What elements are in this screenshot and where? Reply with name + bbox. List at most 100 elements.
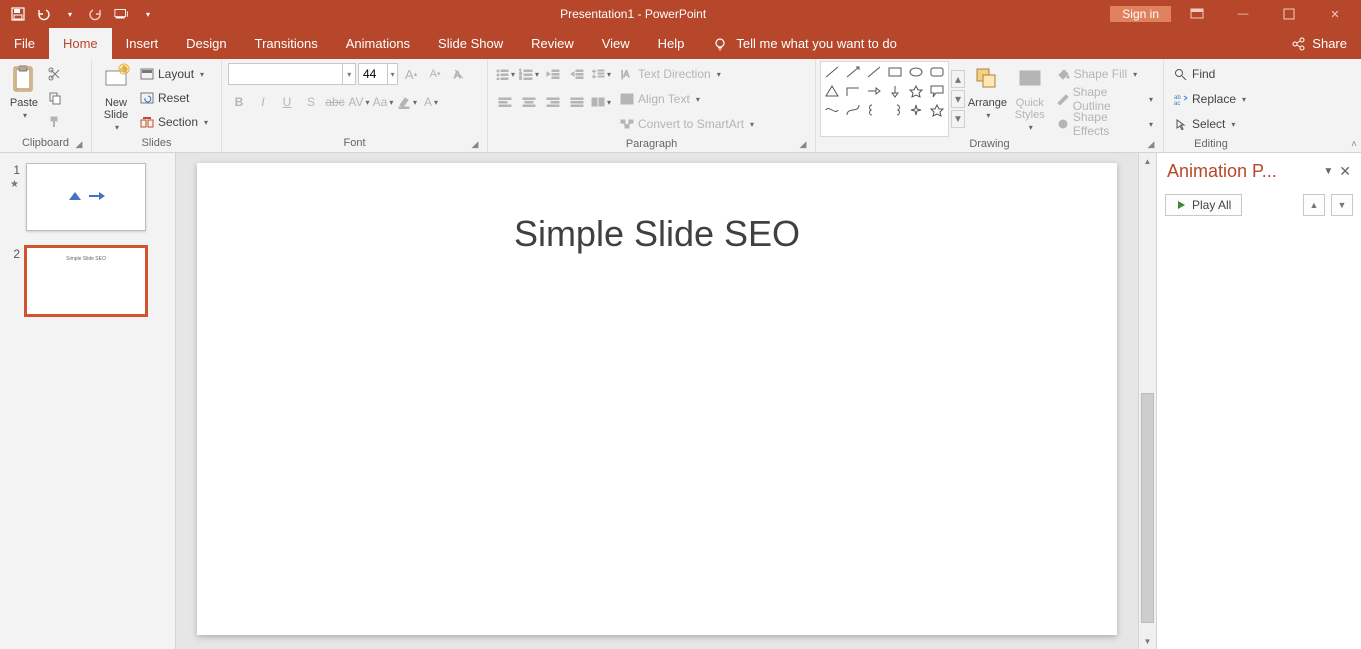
tab-home[interactable]: Home — [49, 28, 112, 59]
shape-line-icon[interactable] — [822, 63, 842, 81]
vertical-scrollbar[interactable]: ▲ ▼ — [1138, 153, 1156, 649]
align-text-button[interactable]: Align Text▾ — [616, 88, 758, 110]
close-pane-icon[interactable]: ✕ — [1339, 163, 1351, 180]
undo-dropdown-icon[interactable]: ▾ — [62, 6, 78, 22]
font-color-icon[interactable]: A▾ — [420, 91, 442, 113]
play-all-button[interactable]: Play All — [1165, 194, 1242, 216]
quick-styles-button[interactable]: Abc Quick Styles▾ — [1010, 61, 1050, 137]
shape-arrow-right-icon[interactable] — [864, 82, 884, 100]
gallery-up-icon[interactable]: ▴ — [951, 70, 965, 88]
sign-in-button[interactable]: Sign in — [1110, 6, 1171, 22]
tab-animations[interactable]: Animations — [332, 28, 424, 59]
shadow-icon[interactable]: S — [300, 91, 322, 113]
font-name-dropdown-icon[interactable]: ▾ — [342, 64, 355, 84]
ribbon-display-options-icon[interactable] — [1177, 2, 1217, 26]
layout-button[interactable]: Layout▾ — [136, 63, 212, 85]
section-button[interactable]: Section▾ — [136, 111, 212, 133]
pane-dropdown-icon[interactable]: ▼ — [1323, 166, 1333, 177]
thumbnail-canvas[interactable]: Simple Slide SEO — [26, 247, 146, 315]
slide-editor[interactable]: Simple Slide SEO — [176, 153, 1138, 649]
shape-connector2-icon[interactable] — [843, 101, 863, 119]
font-highlight-icon[interactable]: ▾ — [396, 91, 418, 113]
increase-indent-icon[interactable] — [566, 63, 588, 85]
tab-design[interactable]: Design — [172, 28, 240, 59]
reset-button[interactable]: Reset — [136, 87, 212, 109]
font-size-combo[interactable]: ▾ — [358, 63, 398, 85]
collapse-ribbon-icon[interactable]: ˄ — [1351, 139, 1357, 150]
find-button[interactable]: Find — [1170, 63, 1250, 85]
scroll-up-icon[interactable]: ▲ — [1139, 153, 1156, 169]
tab-help[interactable]: Help — [644, 28, 699, 59]
decrease-indent-icon[interactable] — [542, 63, 564, 85]
shape-outline-button[interactable]: Shape Outline▾ — [1052, 88, 1157, 110]
font-name-input[interactable] — [229, 67, 342, 81]
font-launcher-icon[interactable]: ◢ — [469, 138, 481, 150]
bullets-icon[interactable]: ▾ — [494, 63, 516, 85]
increase-font-icon[interactable]: A▴ — [400, 63, 422, 85]
gallery-more-icon[interactable]: ▼ — [951, 110, 965, 128]
shape-brace2-icon[interactable] — [885, 101, 905, 119]
strikethrough-icon[interactable]: abc — [324, 91, 346, 113]
tab-view[interactable]: View — [588, 28, 644, 59]
shapes-gallery[interactable] — [820, 61, 949, 137]
tab-transitions[interactable]: Transitions — [241, 28, 332, 59]
share-button[interactable]: Share — [1276, 28, 1361, 59]
shape-brace-icon[interactable] — [864, 101, 884, 119]
shape-oval-icon[interactable] — [906, 63, 926, 81]
shape-arrow-icon[interactable] — [843, 63, 863, 81]
font-name-combo[interactable]: ▾ — [228, 63, 356, 85]
text-direction-button[interactable]: |AText Direction▾ — [616, 63, 758, 85]
underline-icon[interactable]: U — [276, 91, 298, 113]
select-button[interactable]: Select▾ — [1170, 113, 1250, 135]
slide-canvas[interactable]: Simple Slide SEO — [197, 163, 1117, 635]
thumbnail-2[interactable]: 2 Simple Slide SEO — [10, 247, 165, 315]
numbering-icon[interactable]: 123▾ — [518, 63, 540, 85]
format-painter-icon[interactable] — [44, 111, 66, 133]
gallery-down-icon[interactable]: ▾ — [951, 90, 965, 108]
columns-icon[interactable]: ▾ — [590, 91, 612, 113]
qat-customize-icon[interactable]: ▾ — [140, 6, 156, 22]
shape-effects-button[interactable]: Shape Effects▾ — [1052, 113, 1157, 135]
tell-me-search[interactable]: Tell me what you want to do — [698, 28, 1276, 59]
shape-rect-icon[interactable] — [885, 63, 905, 81]
arrange-button[interactable]: Arrange▾ — [965, 61, 1010, 137]
line-spacing-icon[interactable]: ▾ — [590, 63, 612, 85]
shape-connector1-icon[interactable] — [822, 101, 842, 119]
shape-callout-icon[interactable] — [927, 82, 947, 100]
font-size-input[interactable] — [359, 67, 387, 81]
redo-icon[interactable] — [88, 6, 104, 22]
thumbnail-canvas[interactable] — [26, 163, 146, 231]
italic-icon[interactable]: I — [252, 91, 274, 113]
align-center-icon[interactable] — [518, 91, 540, 113]
start-from-beginning-icon[interactable] — [114, 6, 130, 22]
new-slide-button[interactable]: New Slide ▾ — [96, 61, 136, 136]
bold-icon[interactable]: B — [228, 91, 250, 113]
font-size-dropdown-icon[interactable]: ▾ — [387, 64, 397, 84]
change-case-icon[interactable]: Aa▾ — [372, 91, 394, 113]
shape-star-icon[interactable] — [906, 82, 926, 100]
paste-dropdown-icon[interactable]: ▾ — [21, 111, 27, 120]
align-left-icon[interactable] — [494, 91, 516, 113]
clear-formatting-icon[interactable]: A — [448, 63, 470, 85]
tab-file[interactable]: File — [0, 28, 49, 59]
undo-icon[interactable] — [36, 6, 52, 22]
shape-roundrect-icon[interactable] — [927, 63, 947, 81]
convert-smartart-button[interactable]: Convert to SmartArt▾ — [616, 113, 758, 135]
shape-line2-icon[interactable] — [864, 63, 884, 81]
shape-triangle-icon[interactable] — [822, 82, 842, 100]
copy-icon[interactable] — [44, 87, 66, 109]
close-icon[interactable]: ✕ — [1315, 2, 1355, 26]
paragraph-launcher-icon[interactable]: ◢ — [797, 138, 809, 150]
new-slide-dropdown-icon[interactable]: ▾ — [113, 123, 119, 132]
character-spacing-icon[interactable]: AV▾ — [348, 91, 370, 113]
shape-star4-icon[interactable] — [906, 101, 926, 119]
tab-slideshow[interactable]: Slide Show — [424, 28, 517, 59]
tab-insert[interactable]: Insert — [112, 28, 173, 59]
save-icon[interactable] — [10, 6, 26, 22]
paste-button[interactable]: Paste ▾ — [4, 61, 44, 136]
thumbnail-1[interactable]: 1 ★ — [10, 163, 165, 231]
scroll-thumb[interactable] — [1141, 393, 1154, 623]
shape-elbow-icon[interactable] — [843, 82, 863, 100]
move-up-icon[interactable]: ▲ — [1303, 194, 1325, 216]
maximize-icon[interactable] — [1269, 2, 1309, 26]
